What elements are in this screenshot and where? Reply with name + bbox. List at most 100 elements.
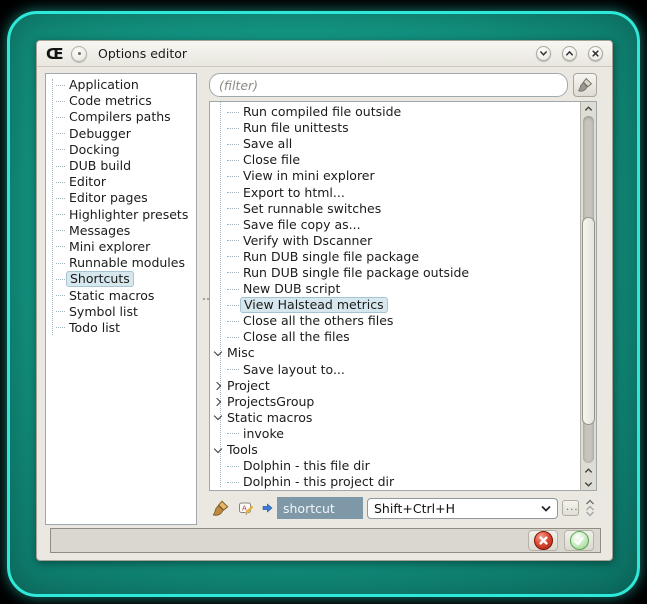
tree-item[interactable]: Close all the files: [210, 329, 580, 345]
shortcuts-tree: Run compiled file outside Run file unitt…: [210, 102, 580, 490]
tree-node-label: Project: [227, 379, 270, 393]
tree-stub: [56, 182, 65, 183]
tree-stub: [56, 101, 65, 102]
sidebar-item-debugger[interactable]: Debugger: [46, 126, 196, 142]
tree-stub: [56, 263, 65, 264]
scroll-up-button-bottom[interactable]: [581, 464, 596, 477]
check-icon: [570, 531, 589, 550]
sidebar-item-runnable-modules[interactable]: Runnable modules: [46, 255, 196, 271]
categories-tree: Application Code metrics Compilers paths…: [45, 73, 197, 525]
sidebar-item-static-macros[interactable]: Static macros: [46, 287, 196, 303]
ok-button[interactable]: [564, 530, 594, 551]
sidebar-item-label: Code metrics: [69, 94, 152, 108]
tree-stub: [227, 369, 239, 370]
sidebar-item-highlighter-presets[interactable]: Highlighter presets: [46, 207, 196, 223]
chevron-down-icon[interactable]: [214, 412, 222, 420]
tree-stub: [227, 176, 239, 177]
tree-stub: [227, 305, 239, 306]
tree-item[interactable]: Dolphin - this project dir: [210, 474, 580, 490]
tree-item[interactable]: Save file copy as...: [210, 217, 580, 233]
chevron-down-icon[interactable]: [214, 444, 222, 452]
sidebar-item-code-metrics[interactable]: Code metrics: [46, 93, 196, 109]
scrollbar-track[interactable]: [583, 116, 594, 463]
chevron-right-icon[interactable]: [213, 397, 221, 405]
sidebar-item-compilers-paths[interactable]: Compilers paths: [46, 109, 196, 125]
tree-stub: [227, 144, 239, 145]
tree-item-label: Set runnable switches: [243, 202, 381, 216]
tree-stub: [227, 289, 239, 290]
tree-node-tools[interactable]: Tools: [210, 442, 580, 458]
close-button[interactable]: [588, 46, 603, 61]
vertical-scrollbar[interactable]: [580, 102, 596, 490]
scrollbar-thumb[interactable]: [582, 217, 595, 425]
shade-button[interactable]: [536, 46, 551, 61]
sidebar-item-shortcuts[interactable]: Shortcuts: [46, 271, 196, 287]
tree-item[interactable]: Run file unittests: [210, 120, 580, 136]
sidebar-item-dub-build[interactable]: DUB build: [46, 158, 196, 174]
sidebar-item-symbol-list[interactable]: Symbol list: [46, 304, 196, 320]
property-name-cell[interactable]: shortcut: [277, 497, 363, 519]
tree-item[interactable]: Run compiled file outside: [210, 104, 580, 120]
sidebar-item-label: DUB build: [69, 159, 131, 173]
sidebar-item-application[interactable]: Application: [46, 77, 196, 93]
tree-stub: [227, 433, 239, 434]
tree-item[interactable]: Save layout to...: [210, 362, 580, 378]
sidebar-item-label: Messages: [69, 224, 130, 238]
clear-shortcut-button[interactable]: [210, 500, 230, 517]
tree-item[interactable]: Save all: [210, 136, 580, 152]
tree-node-projectsgroup[interactable]: ProjectsGroup: [210, 394, 580, 410]
tree-item[interactable]: Set runnable switches: [210, 201, 580, 217]
tree-node-misc[interactable]: Misc: [210, 345, 580, 361]
tree-stub: [227, 128, 239, 129]
sidebar-item-docking[interactable]: Docking: [46, 142, 196, 158]
sidebar-item-mini-explorer[interactable]: Mini explorer: [46, 239, 196, 255]
tree-stub: [56, 279, 65, 280]
inspector-scroll-buttons[interactable]: [582, 499, 597, 517]
edit-shortcut-button[interactable]: A: [237, 500, 255, 516]
tree-item[interactable]: Close all the others files: [210, 313, 580, 329]
tree-stub: [56, 117, 65, 118]
chevron-down-icon[interactable]: [585, 510, 595, 518]
clear-filter-button[interactable]: [573, 73, 597, 97]
sidebar-item-label: Runnable modules: [69, 256, 185, 270]
sidebar-item-editor-pages[interactable]: Editor pages: [46, 190, 196, 206]
x-icon: [591, 49, 600, 58]
tree-item-label: Save layout to...: [243, 363, 345, 377]
tree-item[interactable]: invoke: [210, 426, 580, 442]
shortcut-value-combobox[interactable]: Shift+Ctrl+H: [367, 498, 558, 519]
tree-stub: [56, 166, 65, 167]
tree-node-static-macros[interactable]: Static macros: [210, 410, 580, 426]
tree-item-label: Run DUB single file package outside: [243, 266, 469, 280]
tree-item-label: New DUB script: [243, 282, 340, 296]
sidebar-item-todo-list[interactable]: Todo list: [46, 320, 196, 336]
tree-item[interactable]: New DUB script: [210, 281, 580, 297]
tree-item-label: Dolphin - this file dir: [243, 459, 370, 473]
window-menu-button[interactable]: [71, 46, 87, 62]
sidebar-item-messages[interactable]: Messages: [46, 223, 196, 239]
unshade-button[interactable]: [562, 46, 577, 61]
tree-item[interactable]: Dolphin - this file dir: [210, 458, 580, 474]
cancel-button[interactable]: [528, 530, 558, 551]
tree-stub: [227, 240, 239, 241]
sidebar-item-editor[interactable]: Editor: [46, 174, 196, 190]
tree-item[interactable]: Run DUB single file package outside: [210, 265, 580, 281]
tree-node-label: ProjectsGroup: [227, 395, 314, 409]
filter-input[interactable]: [209, 73, 568, 97]
panel-splitter[interactable]: [198, 73, 209, 525]
scroll-down-button[interactable]: [581, 477, 596, 490]
tree-item[interactable]: Run DUB single file package: [210, 249, 580, 265]
tree-item[interactable]: View in mini explorer: [210, 168, 580, 184]
tree-stub: [56, 149, 65, 150]
tree-node-project[interactable]: Project: [210, 378, 580, 394]
chevron-down-icon[interactable]: [214, 348, 222, 356]
tree-item-selected[interactable]: View Halstead metrics: [210, 297, 580, 313]
chevron-right-icon[interactable]: [213, 381, 221, 389]
scroll-up-button[interactable]: [581, 102, 596, 115]
tree-item[interactable]: Verify with Dscanner: [210, 233, 580, 249]
tree-item[interactable]: Export to html...: [210, 184, 580, 200]
app-icon: Œ: [46, 45, 62, 63]
more-button[interactable]: ...: [562, 500, 579, 516]
tree-item-label: Dolphin - this project dir: [243, 475, 394, 489]
tree-item[interactable]: Close file: [210, 152, 580, 168]
tree-stub: [227, 321, 239, 322]
